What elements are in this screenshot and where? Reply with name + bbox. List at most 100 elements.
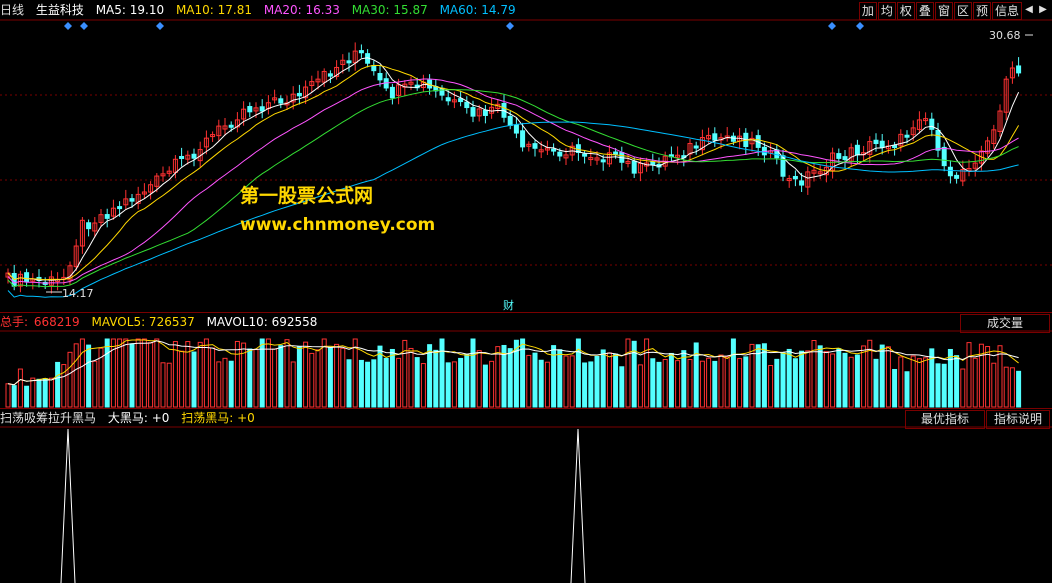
volume-bar	[290, 361, 296, 408]
volume-bar	[706, 357, 712, 408]
volume-bar	[489, 360, 495, 408]
volume-bar	[910, 355, 916, 408]
volume-bar	[730, 338, 736, 408]
volume-bar	[160, 362, 166, 408]
volume-bar	[334, 343, 340, 408]
volume-bar	[371, 359, 377, 408]
candle-body	[1016, 65, 1022, 74]
volume-bar	[544, 361, 550, 408]
volume-bar	[861, 345, 867, 408]
candle-body	[799, 180, 805, 186]
high-price-label: 30.68	[989, 29, 1021, 42]
candle-body	[327, 73, 333, 77]
volume-bar	[668, 352, 674, 408]
volume-bar	[365, 361, 371, 408]
volume-bar	[892, 368, 898, 408]
candle-body	[358, 50, 364, 54]
candle-body	[117, 206, 123, 210]
volume-bar	[1016, 370, 1022, 408]
volume-bar	[86, 344, 92, 408]
volume-bar	[935, 363, 941, 408]
volume-bar	[482, 364, 488, 408]
candle-body	[792, 175, 798, 180]
volume-bar	[253, 349, 259, 408]
volume-bar	[879, 344, 885, 408]
volume-chart[interactable]	[0, 313, 1052, 408]
volume-bar	[222, 357, 228, 408]
volume-bar	[179, 350, 185, 408]
candle-body	[600, 159, 606, 163]
candle-body	[904, 134, 910, 138]
watermark-url: www.chnmoney.com	[240, 215, 436, 235]
candle-body	[104, 214, 110, 219]
volume-bar	[662, 358, 668, 408]
candle-body	[730, 135, 736, 142]
volume-bar	[786, 348, 792, 408]
candle-body	[389, 86, 395, 99]
volume-bar	[873, 358, 879, 408]
candle-body	[842, 156, 848, 161]
volume-bar	[823, 351, 829, 408]
volume-bar	[315, 349, 321, 408]
financial-report-marker[interactable]: 财	[503, 297, 514, 313]
volume-bar	[191, 351, 197, 408]
volume-bar	[117, 338, 123, 408]
volume-bar	[613, 353, 619, 408]
volume-bar	[699, 360, 705, 408]
volume-bar	[346, 359, 352, 408]
volume-bar	[854, 354, 860, 408]
volume-bar	[569, 355, 575, 408]
volume-bar	[594, 356, 600, 408]
candle-body	[445, 97, 451, 102]
volume-bar	[836, 348, 842, 408]
volume-bar	[743, 356, 749, 408]
volume-bar	[712, 360, 718, 408]
volume-bar	[507, 348, 513, 408]
volume-bar	[792, 358, 798, 408]
candle-body	[464, 101, 470, 109]
volume-bar	[600, 349, 606, 408]
candle-body	[371, 65, 377, 72]
candle-body	[551, 148, 557, 152]
volume-bar	[947, 348, 953, 408]
volume-bar	[687, 359, 693, 408]
candle-body	[179, 155, 185, 159]
candle-body	[873, 139, 879, 145]
volume-bar	[923, 357, 929, 408]
volume-bar	[123, 338, 129, 408]
candle-body	[650, 161, 656, 166]
candle-body	[693, 145, 699, 149]
volume-bar	[197, 341, 203, 408]
candle-body	[228, 124, 234, 128]
volume-bar	[681, 350, 687, 408]
volume-bar	[954, 355, 960, 408]
indicator-chart[interactable]	[0, 409, 1052, 583]
event-diamond-icon	[828, 22, 836, 30]
volume-bar	[557, 349, 563, 408]
event-diamond-icon	[856, 22, 864, 30]
candle-body	[296, 92, 302, 97]
volume-bar	[563, 355, 569, 408]
volume-bar	[358, 359, 364, 408]
mavol-line	[7, 339, 1019, 386]
volume-bar	[582, 362, 588, 408]
volume-bar	[129, 343, 135, 408]
volume-bar	[303, 341, 309, 408]
candle-body	[513, 124, 519, 134]
candle-body	[507, 115, 513, 126]
volume-bar	[985, 346, 991, 408]
volume-bar	[774, 358, 780, 408]
volume-bar	[42, 378, 48, 408]
volume-bar	[538, 359, 544, 408]
candlestick-chart[interactable]	[0, 0, 1052, 312]
volume-bar	[693, 342, 699, 408]
candle-body	[935, 129, 941, 151]
volume-bar	[737, 358, 743, 408]
candle-body	[941, 146, 947, 167]
volume-bar	[352, 338, 358, 408]
signal-spike	[570, 428, 586, 583]
volume-bar	[321, 338, 327, 408]
volume-bar	[396, 357, 402, 408]
volume-bar	[606, 352, 612, 408]
volume-bar	[451, 361, 457, 408]
